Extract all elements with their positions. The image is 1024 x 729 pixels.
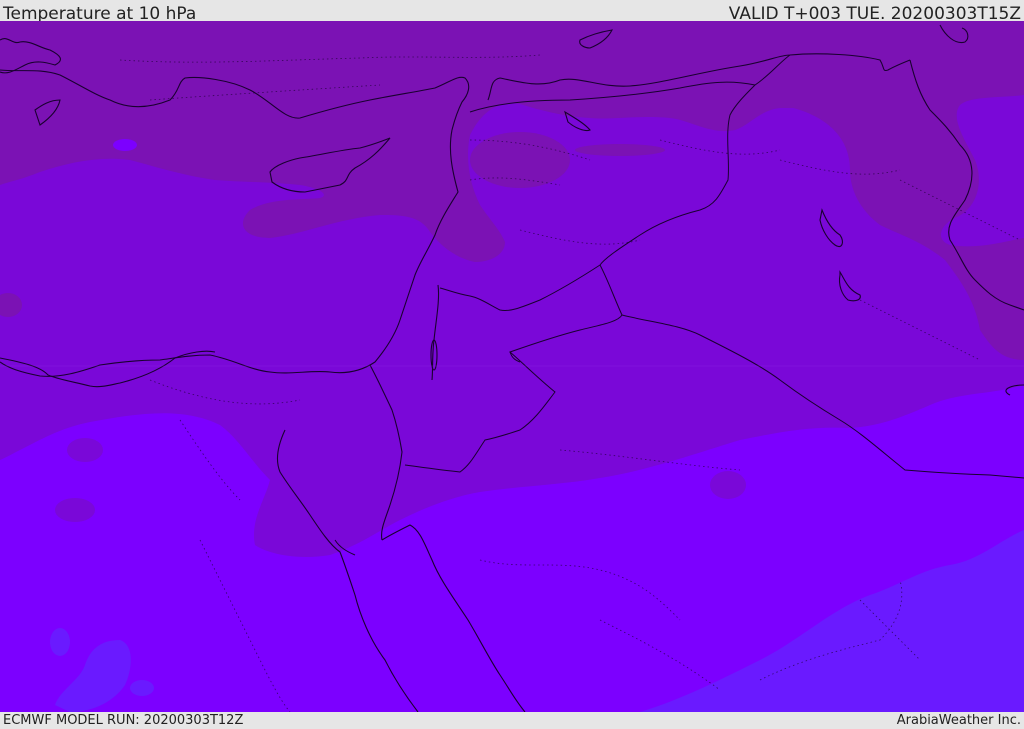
header-bar: Temperature at 10 hPa VALID T+003 TUE. 2… [0,0,1024,24]
warm-patch [55,498,95,522]
warm-patch [113,139,137,151]
weather-map[interactable] [0,21,1024,712]
coldest-patch [130,680,154,696]
footer-bar: ECMWF MODEL RUN: 20200303T12Z ArabiaWeat… [0,712,1024,729]
credit-label: ArabiaWeather Inc. [896,713,1021,728]
model-run-label: ECMWF MODEL RUN: 20200303T12Z [3,713,244,728]
warm-patch [67,438,103,462]
warm-patch [710,471,746,499]
warm-patch [575,144,665,156]
temperature-field-map [0,21,1024,712]
coldest-patch [50,628,70,656]
